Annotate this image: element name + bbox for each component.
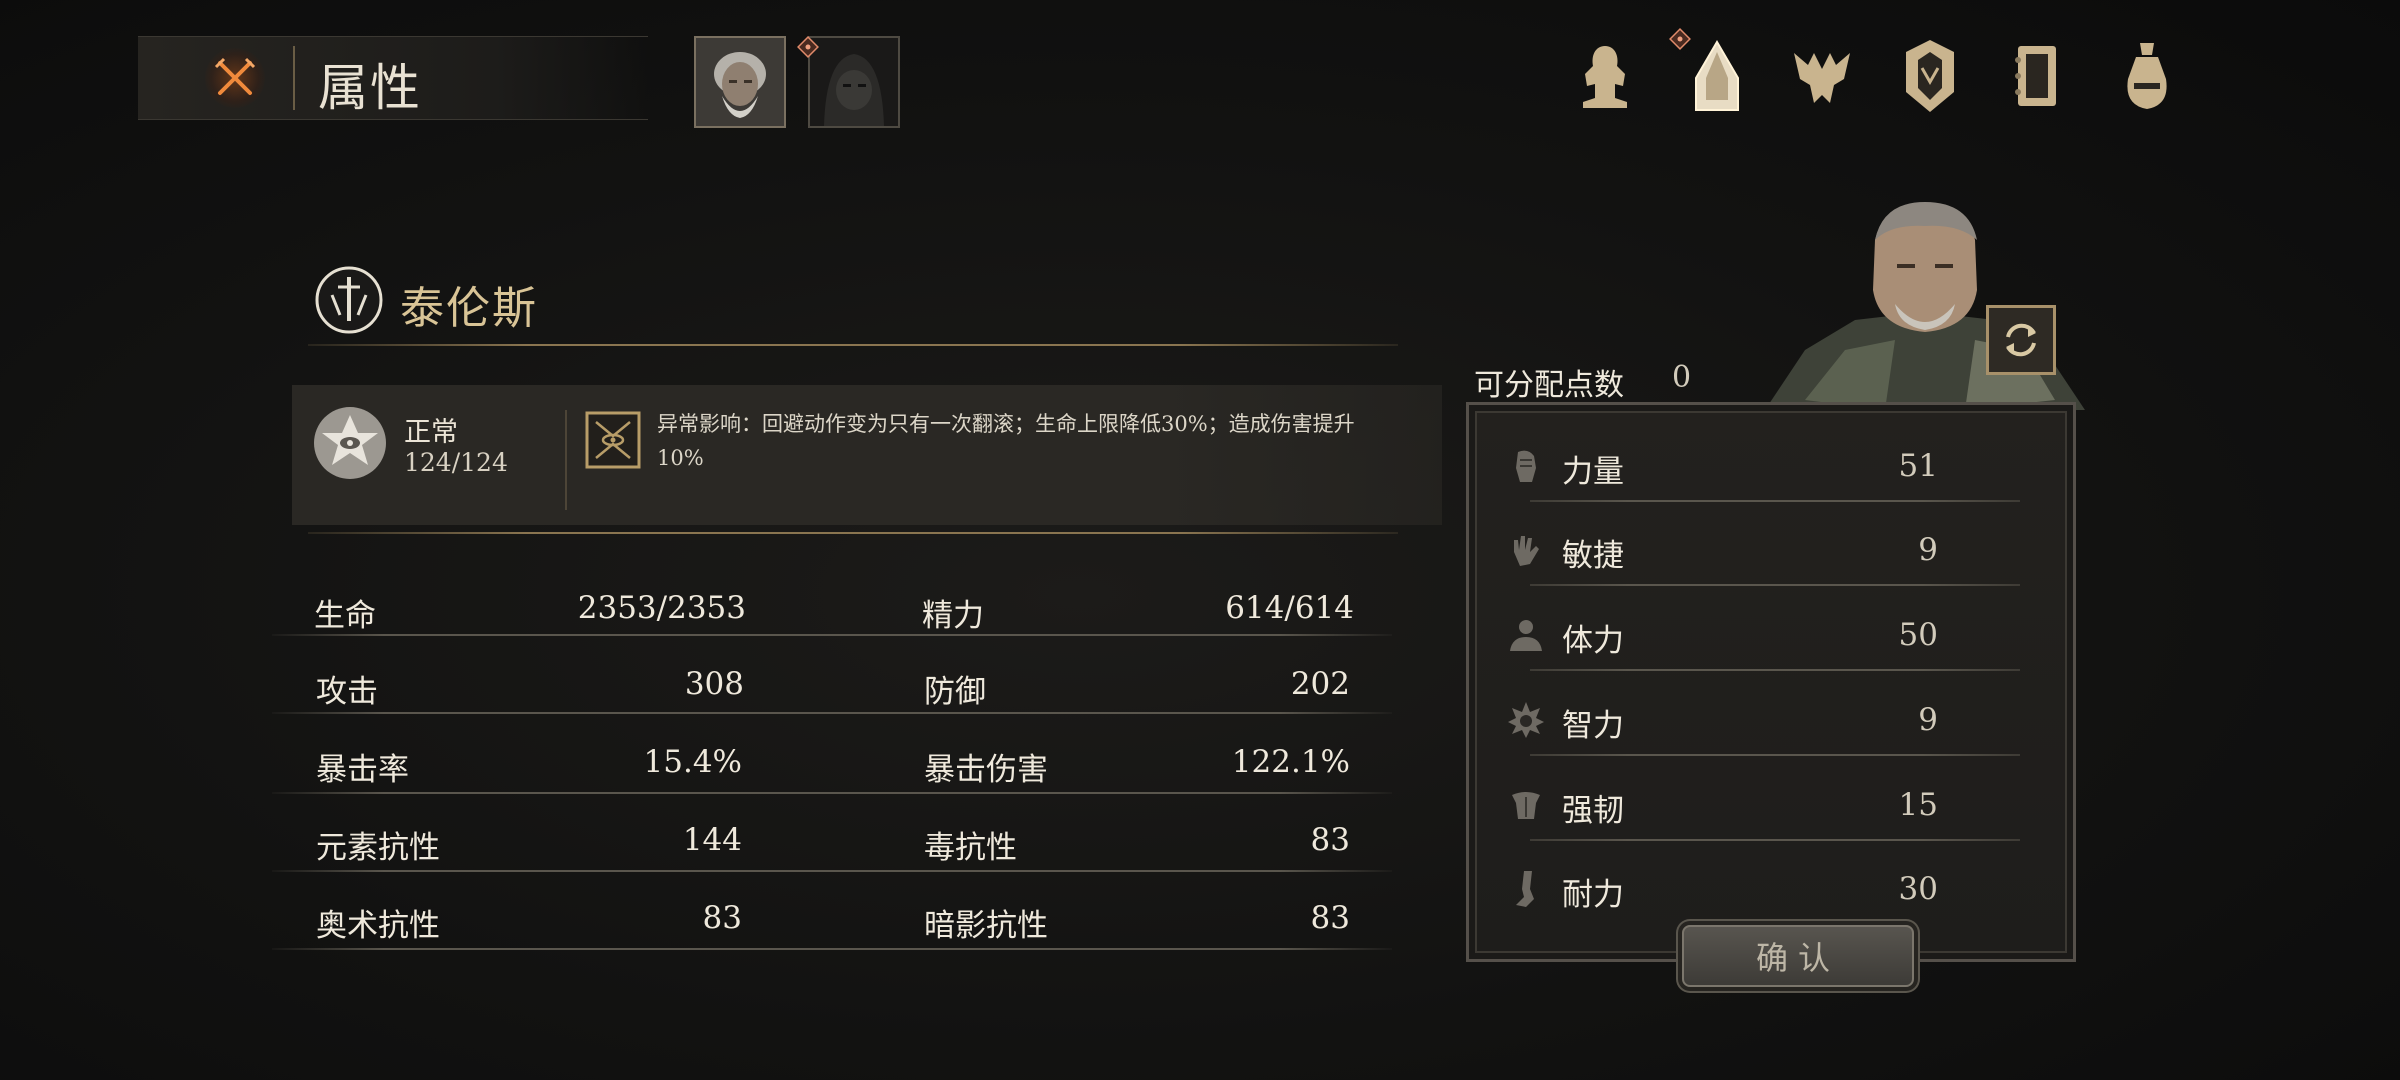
status-effect-text: 异常影响：回避动作变为只有一次翻滚；生命上限降低30%；造成伤害提升10% [657, 412, 1355, 470]
nav-equipment[interactable] [1565, 36, 1645, 116]
attribute-row-agility[interactable]: 敏捷 9 [1500, 514, 2040, 586]
grey-haired-hero-portrait [696, 38, 784, 126]
row-divider [1530, 754, 2020, 756]
refresh-icon [2006, 323, 2036, 357]
attribute-label: 敏捷 [1562, 538, 1624, 574]
stat-value-stamina: 614/614 [1225, 590, 1354, 626]
warrior-class-icon [315, 266, 383, 334]
stat-label-arcane-resist: 奥术抗性 [316, 908, 440, 944]
nav-journal[interactable] [1997, 36, 2077, 116]
row-divider [272, 634, 1392, 636]
attribute-label: 体力 [1562, 623, 1624, 659]
leg-icon [1516, 871, 1534, 907]
eye-badge-icon [1669, 28, 1691, 50]
stat-label-health: 生命 [314, 598, 376, 634]
attribute-label: 耐力 [1562, 877, 1624, 913]
row-divider [1530, 584, 2020, 586]
stat-value-crit-rate: 15.4% [643, 744, 742, 780]
eye-badge-icon [797, 36, 819, 58]
close-button[interactable] [205, 48, 265, 108]
stat-label-elemental-resist: 元素抗性 [316, 830, 440, 866]
effect-eye-icon [585, 411, 641, 469]
hooded-companion-portrait [810, 38, 898, 126]
nav-bag[interactable] [2107, 36, 2187, 116]
attribute-label: 智力 [1562, 708, 1624, 744]
confirm-label: 确认 [1755, 939, 1840, 977]
fist-icon [1516, 450, 1536, 482]
sun-icon [1508, 702, 1544, 738]
status-value: 124/124 [404, 448, 508, 477]
respec-button[interactable] [1986, 305, 2056, 375]
stat-value-attack: 308 [684, 666, 744, 702]
stat-value-arcane-resist: 83 [702, 900, 742, 936]
attribute-label: 强韧 [1562, 793, 1624, 829]
stat-value-poison-resist: 83 [1310, 822, 1350, 858]
stat-label-crit-rate: 暴击率 [316, 752, 409, 788]
stat-value-defense: 202 [1290, 666, 1350, 702]
attribute-value: 30 [1898, 871, 1938, 907]
page-title: 属性 [318, 59, 422, 117]
stat-value-health: 2353/2353 [577, 590, 746, 626]
attribute-label: 力量 [1562, 454, 1624, 490]
attribute-row-strength[interactable]: 力量 51 [1500, 430, 2040, 502]
stat-value-crit-damage: 122.1% [1231, 744, 1350, 780]
divider [308, 532, 1398, 534]
available-points-value: 0 [1672, 360, 1692, 395]
portrait-tab-hooded-companion[interactable] [808, 36, 900, 128]
character-name: 泰伦斯 [400, 283, 538, 334]
status-eye-icon [314, 407, 386, 479]
attribute-value: 9 [1918, 532, 1938, 568]
equipment-icon [1583, 46, 1627, 108]
portrait-tab-grey-haired-hero[interactable] [694, 36, 786, 128]
stat-value-elemental-resist: 144 [682, 822, 742, 858]
hand-icon [1514, 536, 1539, 566]
body-icon [1510, 620, 1542, 651]
divider [308, 344, 1398, 346]
stat-label-poison-resist: 毒抗性 [924, 830, 1017, 866]
attribute-value: 9 [1918, 702, 1938, 738]
row-divider [272, 712, 1392, 714]
crossed-swords-icon [214, 57, 256, 95]
attribute-row-toughness[interactable]: 强韧 15 [1500, 769, 2040, 841]
attribute-value: 51 [1898, 448, 1938, 484]
stat-value-shadow-resist: 83 [1310, 900, 1350, 936]
emblem-icon [1906, 40, 1954, 112]
available-points-label: 可分配点数 [1474, 368, 1624, 403]
attribute-value: 50 [1898, 617, 1938, 653]
row-divider [1530, 669, 2020, 671]
stat-label-shadow-resist: 暗影抗性 [924, 908, 1048, 944]
row-divider [1530, 839, 2020, 841]
skills-icon [1794, 53, 1850, 103]
attributes-icon [1695, 40, 1739, 111]
stat-label-attack: 攻击 [316, 674, 378, 710]
row-divider [272, 792, 1392, 794]
attribute-value: 15 [1898, 787, 1938, 823]
nav-emblem[interactable] [1890, 36, 1970, 116]
confirm-button[interactable]: 确认 [1682, 925, 1914, 987]
row-divider [272, 870, 1392, 872]
row-divider [272, 948, 1392, 950]
title-divider [293, 46, 295, 110]
torso-icon [1512, 792, 1540, 819]
bag-icon [2127, 43, 2167, 109]
status-separator [565, 410, 567, 510]
journal-icon [2015, 46, 2056, 106]
attribute-row-vitality[interactable]: 体力 50 [1500, 599, 2040, 671]
stat-label-defense: 防御 [924, 674, 986, 710]
status-name: 正常 [404, 417, 458, 448]
row-divider [1530, 500, 2020, 502]
nav-skills[interactable] [1782, 36, 1862, 116]
attribute-row-endurance[interactable]: 耐力 30 [1500, 853, 2040, 925]
attribute-row-intelligence[interactable]: 智力 9 [1500, 684, 2040, 756]
stat-label-stamina: 精力 [922, 598, 984, 634]
stat-label-crit-damage: 暴击伤害 [924, 752, 1048, 788]
